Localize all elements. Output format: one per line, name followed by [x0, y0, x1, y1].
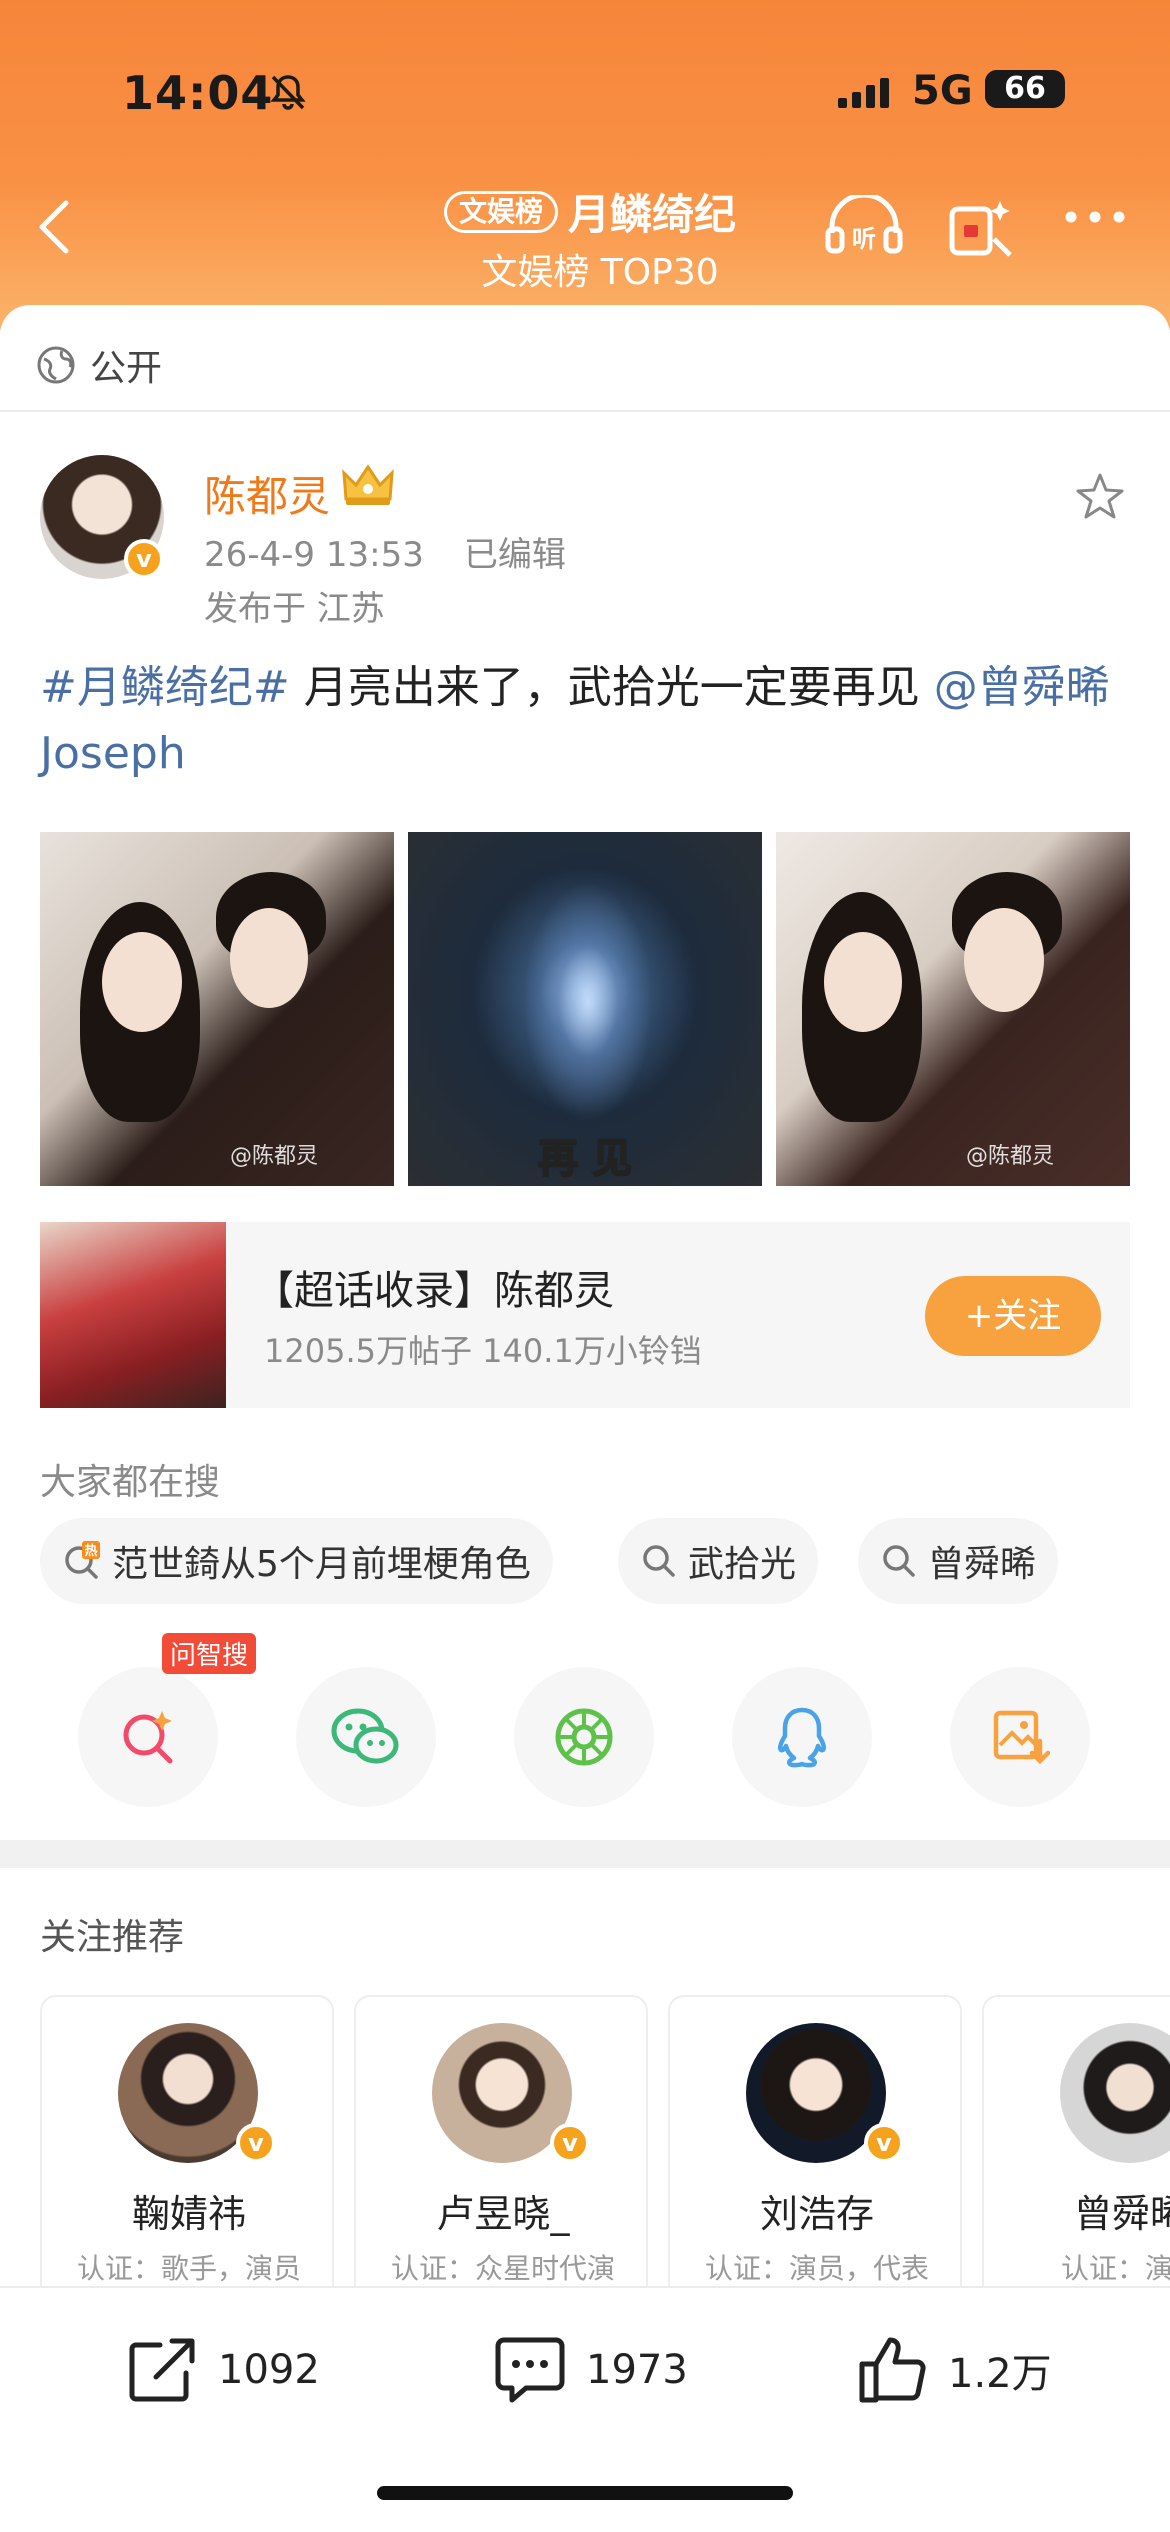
like-count: 1.2万: [948, 2351, 1052, 2397]
verified-badge-icon: v: [236, 2123, 276, 2163]
hot-search-icon: 热: [65, 1541, 100, 1579]
hashtag-link[interactable]: #月鳞绮纪#: [40, 662, 290, 713]
search-chip-3[interactable]: 曾舜晞: [858, 1518, 1059, 1604]
home-indicator[interactable]: [377, 2486, 793, 2500]
ranking-tag: 文娱榜: [443, 190, 558, 233]
post-text: #月鳞绮纪# 月亮出来了，武拾光一定要再见 @曾舜晞 Joseph: [40, 655, 1130, 787]
topic-title: 月鳞绮纪: [568, 190, 737, 239]
supertopic-card[interactable]: 【超话收录】陈都灵 1205.5万帖子 140.1万小铃铛 +关注: [40, 1222, 1130, 1408]
mute-bell-icon: [268, 72, 308, 116]
svg-text:热: 热: [84, 1543, 97, 1559]
save-image-icon[interactable]: [950, 1667, 1090, 1807]
post-body: 月亮出来了，武拾光一定要再见: [289, 662, 934, 713]
comment-button[interactable]: 1973: [492, 2330, 688, 2410]
recommend-card[interactable]: v 曾舜晞 认证：演员: [982, 1995, 1170, 2295]
photo-grid: @陈都灵 再 见 @陈都灵: [40, 832, 1130, 1186]
post-sheet: 公开 v 陈都灵 26-4-9 13:53 已编辑 发布于 江苏 #月鳞绮纪# 月…: [0, 305, 1170, 2532]
favorite-star-icon[interactable]: [1074, 471, 1126, 527]
qq-icon[interactable]: [732, 1667, 872, 1807]
recommend-desc: 认证：演员: [1060, 2252, 1170, 2285]
crown-badge-icon[interactable]: [340, 463, 396, 511]
comment-count: 1973: [586, 2347, 688, 2393]
signal-icon: [838, 78, 898, 112]
recommend-desc: 认证：众星时代演: [390, 2252, 615, 2285]
divider: [0, 410, 1170, 412]
photo-2[interactable]: 再 见: [408, 832, 762, 1186]
search-chip-2[interactable]: 武拾光: [618, 1518, 819, 1604]
section-divider: [0, 1840, 1170, 1868]
post-meta: 26-4-9 13:53 已编辑: [204, 527, 606, 576]
photo-watermark: @陈都灵: [966, 1144, 1055, 1169]
recommend-card[interactable]: v 刘浩存 认证：演员，代表: [668, 1995, 962, 2295]
recommend-name: 刘浩存: [759, 2192, 874, 2236]
recommend-name: 卢昱晓_: [436, 2192, 570, 2236]
red-packet-icon[interactable]: [946, 195, 1016, 263]
photo-caption: 再 见: [537, 1135, 633, 1183]
status-time: 14:04: [122, 66, 274, 120]
nav-bar: 文娱榜 月鳞绮纪 文娱榜 TOP30 听: [0, 175, 1170, 293]
supertopic-stats: 1205.5万帖子 140.1万小铃铛: [264, 1332, 702, 1370]
search-chip-text: 范世錡从5个月前埋梗角色: [112, 1544, 531, 1585]
search-chip-text: 武拾光: [688, 1544, 797, 1585]
more-icon[interactable]: [1062, 207, 1128, 231]
battery-icon: 66: [985, 70, 1065, 108]
post-location: 发布于 江苏: [204, 589, 385, 629]
recommend-label: 关注推荐: [40, 1917, 185, 1958]
verified-badge-icon: v: [124, 539, 164, 579]
author-name[interactable]: 陈都灵: [204, 463, 330, 524]
recommend-desc: 认证：歌手，演员: [76, 2252, 301, 2285]
supertopic-title: 【超话收录】陈都灵: [254, 1268, 614, 1314]
listen-icon[interactable]: 听: [824, 192, 904, 263]
photo-1[interactable]: @陈都灵: [40, 832, 394, 1186]
search-chip-1[interactable]: 热 范世錡从5个月前埋梗角色: [40, 1518, 553, 1604]
wechat-icon[interactable]: [296, 1667, 436, 1807]
verified-badge-icon: v: [550, 2123, 590, 2163]
like-button[interactable]: 1.2万: [856, 2330, 1052, 2410]
photo-watermark: @陈都灵: [230, 1144, 319, 1169]
globe-icon: [37, 346, 75, 384]
battery-level: 66: [1004, 71, 1046, 106]
supertopic-cover: [40, 1222, 226, 1408]
repost-button[interactable]: 1092: [126, 2330, 320, 2410]
ai-search-badge: 问智搜: [162, 1633, 257, 1674]
avatar: [1060, 2023, 1170, 2163]
svg-text:听: 听: [852, 225, 876, 253]
verified-badge-icon: v: [864, 2123, 904, 2163]
ranking-subtitle[interactable]: 文娱榜 TOP30: [420, 243, 780, 295]
status-bar: 14:04 5G 66: [0, 62, 1170, 122]
recommend-desc: 认证：演员，代表: [704, 2252, 929, 2285]
ai-search-icon[interactable]: [78, 1667, 218, 1807]
recommend-card[interactable]: v 鞠婧祎 认证：歌手，演员: [40, 1995, 334, 2295]
visibility-label: 公开: [36, 340, 162, 390]
moments-icon[interactable]: [514, 1667, 654, 1807]
trending-search-label: 大家都在搜: [40, 1462, 221, 1503]
header: 14:04 5G 66 文娱榜 月鳞绮纪 文娱榜 TOP30 听: [0, 0, 1170, 330]
photo-3[interactable]: @陈都灵: [776, 832, 1130, 1186]
share-row: 问智搜: [0, 1633, 1170, 1817]
post-date: 26-4-9 13:53: [204, 535, 424, 575]
recommend-name: 鞠婧祎: [131, 2192, 246, 2236]
network-type: 5G: [912, 68, 973, 114]
repost-icon: [129, 2338, 195, 2402]
nav-title[interactable]: 文娱榜 月鳞绮纪: [420, 181, 760, 242]
search-chip-text: 曾舜晞: [928, 1544, 1037, 1585]
repost-count: 1092: [218, 2347, 320, 2393]
recommend-name: 曾舜晞: [1073, 2192, 1170, 2236]
recommend-card[interactable]: v 卢昱晓_ 认证：众星时代演: [354, 1995, 648, 2295]
recommend-list: v 鞠婧祎 认证：歌手，演员 v 卢昱晓_ 认证：众星时代演 v 刘浩存 认证：…: [40, 1995, 1170, 2295]
search-icon: [883, 1545, 915, 1577]
search-icon: [643, 1545, 675, 1577]
like-icon: [859, 2337, 926, 2403]
comment-icon: [495, 2337, 565, 2403]
visibility-text: 公开: [90, 348, 163, 389]
follow-button[interactable]: +关注: [925, 1276, 1101, 1356]
back-icon[interactable]: [36, 197, 72, 261]
edited-label[interactable]: 已编辑: [464, 535, 566, 575]
